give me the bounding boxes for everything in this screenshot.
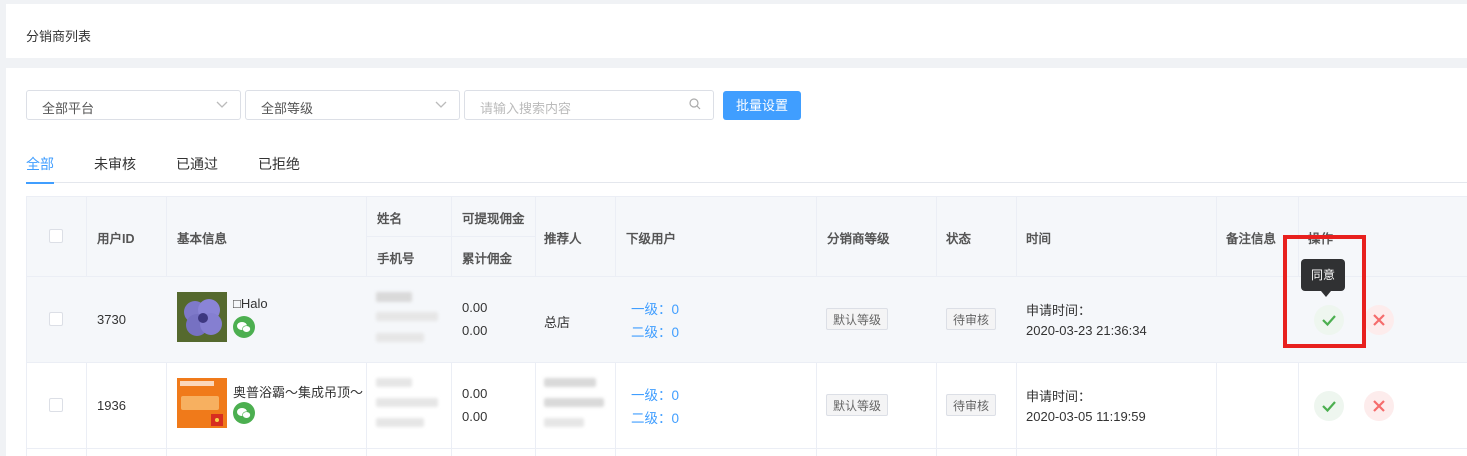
approve-button[interactable]: [1314, 391, 1344, 421]
reject-button[interactable]: [1364, 305, 1394, 335]
row-checkbox[interactable]: [49, 312, 63, 326]
flower-avatar-image: [177, 292, 227, 342]
main-panel: 全部平台 全部等级 请输入搜索内容 批量设置 全部 未审核 已通过 已拒绝 用户…: [6, 68, 1467, 456]
chevron-down-icon: [216, 101, 228, 108]
close-icon: [1373, 400, 1385, 412]
blurred-phone: [376, 312, 438, 321]
page-header: 分销商列表: [6, 4, 1467, 58]
header-basic-info: 基本信息: [177, 232, 228, 246]
close-icon: [1373, 314, 1385, 326]
header-total: 累计佣金: [462, 252, 513, 266]
header-user-id: 用户ID: [97, 232, 135, 246]
time-value: 2020-03-05 11:19:59: [1026, 409, 1146, 424]
avatar: [177, 378, 227, 428]
blurred-phone: [376, 398, 438, 407]
reject-button[interactable]: [1364, 391, 1394, 421]
search-icon[interactable]: [689, 98, 701, 110]
level2-link[interactable]: 二级：0: [631, 407, 679, 427]
blurred-referrer-line2: [544, 398, 604, 407]
page-title: 分销商列表: [26, 29, 92, 44]
blurred-referrer: [544, 378, 596, 387]
blurred-name: [376, 378, 412, 387]
highlight-box: [1283, 235, 1366, 348]
search-placeholder: 请输入搜索内容: [480, 101, 572, 116]
time-label: 申请时间：: [1026, 303, 1092, 318]
distributor-table: 用户ID 基本信息 姓名 手机号 可提现佣金 累计佣金 推荐人 下级用户 分销商…: [26, 196, 1467, 456]
header-phone: 手机号: [377, 252, 415, 266]
level-tag: 默认等级: [826, 394, 889, 416]
brand-logo-avatar: [177, 378, 227, 428]
header-name: 姓名: [377, 212, 403, 226]
platform-select[interactable]: 全部平台: [26, 90, 241, 120]
search-input[interactable]: 请输入搜索内容: [464, 90, 714, 120]
nickname: 奥普浴霸～集成吊顶～: [233, 385, 364, 400]
batch-settings-button[interactable]: 批量设置: [723, 91, 801, 120]
avatar: [177, 292, 227, 342]
select-all-checkbox[interactable]: [49, 229, 63, 243]
header-level: 分销商等级: [827, 232, 890, 246]
blurred-phone-line2: [376, 418, 424, 427]
wechat-icon: [233, 402, 255, 424]
nickname: □Halo: [233, 296, 268, 311]
level2-link[interactable]: 二级：0: [631, 321, 679, 341]
blurred-phone-line2: [376, 333, 424, 342]
chevron-down-icon: [435, 101, 447, 108]
status-tabs: 全部 未审核 已通过 已拒绝: [26, 152, 1467, 184]
withdrawable-commission: 0.00: [462, 300, 488, 315]
total-commission: 0.00: [462, 409, 488, 424]
row-checkbox[interactable]: [49, 398, 63, 412]
status-badge: 待审核: [946, 394, 997, 416]
header-status: 状态: [946, 232, 972, 246]
total-commission: 0.00: [462, 323, 488, 338]
blurred-name: [376, 292, 412, 302]
check-icon: [1322, 401, 1336, 413]
level1-link[interactable]: 一级：0: [631, 298, 679, 318]
referrer: 总店: [544, 315, 571, 330]
level1-link[interactable]: 一级：0: [631, 384, 679, 404]
platform-select-value: 全部平台: [42, 101, 95, 116]
header-withdrawable: 可提现佣金: [462, 212, 525, 226]
level-select-value: 全部等级: [261, 101, 314, 116]
tab-approved[interactable]: 已通过: [176, 154, 218, 182]
header-remark: 备注信息: [1226, 232, 1277, 246]
withdrawable-commission: 0.00: [462, 386, 488, 401]
time-value: 2020-03-23 21:36:34: [1026, 323, 1147, 338]
blurred-referrer-line3: [544, 418, 584, 427]
status-badge: 待审核: [946, 308, 997, 330]
header-referrer: 推荐人: [544, 232, 582, 246]
header-subordinates: 下级用户: [626, 232, 677, 246]
time-label: 申请时间：: [1026, 389, 1092, 404]
header-time: 时间: [1026, 232, 1052, 246]
level-select[interactable]: 全部等级: [245, 90, 460, 120]
level-tag: 默认等级: [826, 308, 889, 330]
user-id: 3730: [97, 312, 126, 327]
tab-rejected[interactable]: 已拒绝: [258, 154, 300, 182]
tab-all[interactable]: 全部: [26, 154, 54, 184]
tab-unreviewed[interactable]: 未审核: [94, 154, 136, 182]
wechat-icon: [233, 316, 255, 338]
user-id: 1936: [97, 398, 126, 413]
